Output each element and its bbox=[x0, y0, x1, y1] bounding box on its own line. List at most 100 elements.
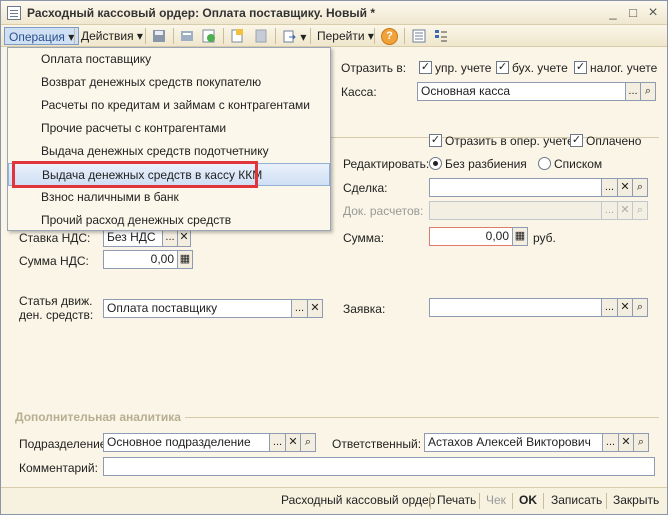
menu-item-other-settlements[interactable]: Прочие расчеты с контрагентами bbox=[8, 117, 330, 140]
request-select-button[interactable]: ... bbox=[601, 298, 618, 317]
operation-menu-button[interactable]: Операция ▾ bbox=[4, 27, 80, 45]
actions-menu-button[interactable]: Действия ▾ bbox=[77, 27, 147, 45]
document-window: Расходный кассовый ордер: Оплата поставщ… bbox=[0, 0, 668, 515]
copy-document-icon[interactable] bbox=[229, 28, 245, 44]
docs-label: Док. расчетов: bbox=[343, 204, 424, 218]
nds-rate-label: Ставка НДС: bbox=[19, 231, 91, 245]
actions-label: Действия bbox=[81, 29, 134, 43]
nalog-checkbox[interactable]: ✓ bbox=[574, 61, 587, 74]
oper-checkbox[interactable]: ✓ bbox=[429, 134, 442, 147]
edit-option-nosplit-label: Без разбиения bbox=[445, 157, 527, 171]
close-window-button[interactable]: × bbox=[645, 5, 661, 21]
upr-label: упр. учете bbox=[435, 61, 492, 75]
ok-button[interactable]: OK bbox=[519, 493, 537, 507]
rko-print-button[interactable]: Расходный кассовый ордер bbox=[281, 493, 435, 507]
request-field[interactable] bbox=[429, 298, 602, 317]
edit-option-nosplit-radio[interactable] bbox=[429, 157, 442, 170]
division-field[interactable]: Основное подразделение bbox=[103, 433, 270, 452]
request-search-icon[interactable]: ⌕ bbox=[632, 298, 648, 317]
paid-label: Оплачено bbox=[586, 134, 642, 148]
refresh-icon[interactable] bbox=[201, 28, 217, 44]
docs-field bbox=[429, 201, 602, 220]
menu-item-buyer-refund[interactable]: Возврат денежных средств покупателю bbox=[8, 71, 330, 94]
footer-separator bbox=[606, 493, 607, 509]
comment-label: Комментарий: bbox=[19, 461, 98, 475]
sum-label: Сумма: bbox=[343, 231, 385, 245]
operation-dropdown-menu: Оплата поставщику Возврат денежных средс… bbox=[7, 47, 331, 231]
cashflow-select-button[interactable]: ... bbox=[291, 299, 308, 318]
toolbar: Операция ▾ Действия ▾ ▾ Перейти ▾ ? bbox=[1, 25, 667, 47]
kassa-search-icon[interactable]: ⌕ bbox=[640, 82, 656, 101]
highlight-annotation-box bbox=[12, 161, 258, 188]
toolbar-separator bbox=[145, 28, 146, 44]
responsible-field[interactable]: Астахов Алексей Викторович bbox=[424, 433, 603, 452]
sum-calculator-icon[interactable]: ▦ bbox=[512, 227, 528, 246]
nds-sum-field[interactable]: 0,00 bbox=[103, 250, 178, 269]
kassa-field[interactable]: Основная касса bbox=[417, 82, 626, 101]
cashflow-clear-icon[interactable]: ✕ bbox=[307, 299, 323, 318]
nalog-label: налог. учете bbox=[590, 61, 658, 75]
upr-checkbox[interactable]: ✓ bbox=[419, 61, 432, 74]
maximize-button[interactable]: □ bbox=[625, 5, 641, 21]
menu-item-accountable-person[interactable]: Выдача денежных средств подотчетнику bbox=[8, 140, 330, 163]
footer-separator bbox=[543, 493, 544, 509]
responsible-search-icon[interactable]: ⌕ bbox=[633, 433, 649, 452]
minimize-button[interactable]: _ bbox=[605, 5, 621, 21]
help-icon[interactable]: ? bbox=[381, 28, 398, 45]
nds-sum-calculator-icon[interactable]: ▦ bbox=[177, 250, 193, 269]
deal-select-button[interactable]: ... bbox=[601, 178, 618, 197]
goto-menu-button[interactable]: Перейти ▾ bbox=[313, 27, 378, 45]
based-on-button[interactable]: ▾ bbox=[279, 27, 310, 45]
delete-document-icon[interactable] bbox=[253, 28, 269, 44]
cashflow-label: Статья движ. bbox=[19, 294, 93, 308]
save-button[interactable]: Записать bbox=[551, 493, 602, 507]
deal-search-icon[interactable]: ⌕ bbox=[632, 178, 648, 197]
request-clear-icon[interactable]: ✕ bbox=[617, 298, 633, 317]
oper-label: Отразить в опер. учете bbox=[445, 134, 574, 148]
chevron-down-icon: ▾ bbox=[300, 30, 307, 44]
responsible-select-button[interactable]: ... bbox=[602, 433, 619, 452]
document-icon bbox=[7, 6, 21, 20]
edit-option-list-radio[interactable] bbox=[538, 157, 551, 170]
buh-label: бух. учете bbox=[512, 61, 568, 75]
toolbar-separator bbox=[223, 28, 224, 44]
footer-separator bbox=[430, 493, 431, 509]
close-button[interactable]: Закрыть bbox=[613, 493, 659, 507]
sum-field[interactable]: 0,00 bbox=[429, 227, 513, 246]
paid-checkbox[interactable]: ✓ bbox=[570, 134, 583, 147]
deal-field[interactable] bbox=[429, 178, 602, 197]
menu-item-supplier-payment[interactable]: Оплата поставщику bbox=[8, 48, 330, 71]
nds-sum-label: Сумма НДС: bbox=[19, 254, 89, 268]
division-label: Подразделение: bbox=[19, 437, 110, 451]
structure-icon[interactable] bbox=[411, 28, 427, 44]
division-search-icon[interactable]: ⌕ bbox=[300, 433, 316, 452]
responsible-label: Ответственный: bbox=[332, 437, 422, 451]
division-select-button[interactable]: ... bbox=[269, 433, 286, 452]
chevron-down-icon: ▾ bbox=[136, 29, 143, 43]
request-label: Заявка: bbox=[343, 302, 386, 316]
print-button[interactable]: Печать bbox=[437, 493, 476, 507]
toolbar-separator bbox=[74, 28, 75, 44]
menu-item-other-expense[interactable]: Прочий расход денежных средств bbox=[8, 209, 330, 232]
settings-list-icon[interactable] bbox=[433, 28, 449, 44]
toolbar-separator bbox=[404, 28, 405, 44]
buh-checkbox[interactable]: ✓ bbox=[496, 61, 509, 74]
responsible-clear-icon[interactable]: ✕ bbox=[618, 433, 634, 452]
kassa-select-button[interactable]: ... bbox=[625, 82, 641, 101]
deal-label: Сделка: bbox=[343, 181, 388, 195]
footer-bar: Расходный кассовый ордер Печать Чек OK З… bbox=[1, 487, 667, 514]
edit-option-list-label: Списком bbox=[554, 157, 603, 171]
kassa-label: Касса: bbox=[341, 85, 377, 99]
docs-clear-icon: ✕ bbox=[617, 201, 633, 220]
deal-clear-icon[interactable]: ✕ bbox=[617, 178, 633, 197]
menu-item-loans[interactable]: Расчеты по кредитам и займам с контраген… bbox=[8, 94, 330, 117]
toolbar-separator bbox=[173, 28, 174, 44]
save-icon[interactable] bbox=[151, 28, 167, 44]
menu-item-bank-deposit[interactable]: Взнос наличными в банк bbox=[8, 186, 330, 209]
division-clear-icon[interactable]: ✕ bbox=[285, 433, 301, 452]
toolbar-separator bbox=[310, 28, 311, 44]
comment-field[interactable] bbox=[103, 457, 655, 476]
post-icon[interactable] bbox=[179, 28, 195, 44]
sum-unit: руб. bbox=[533, 231, 556, 245]
cashflow-field[interactable]: Оплата поставщику bbox=[103, 299, 292, 318]
